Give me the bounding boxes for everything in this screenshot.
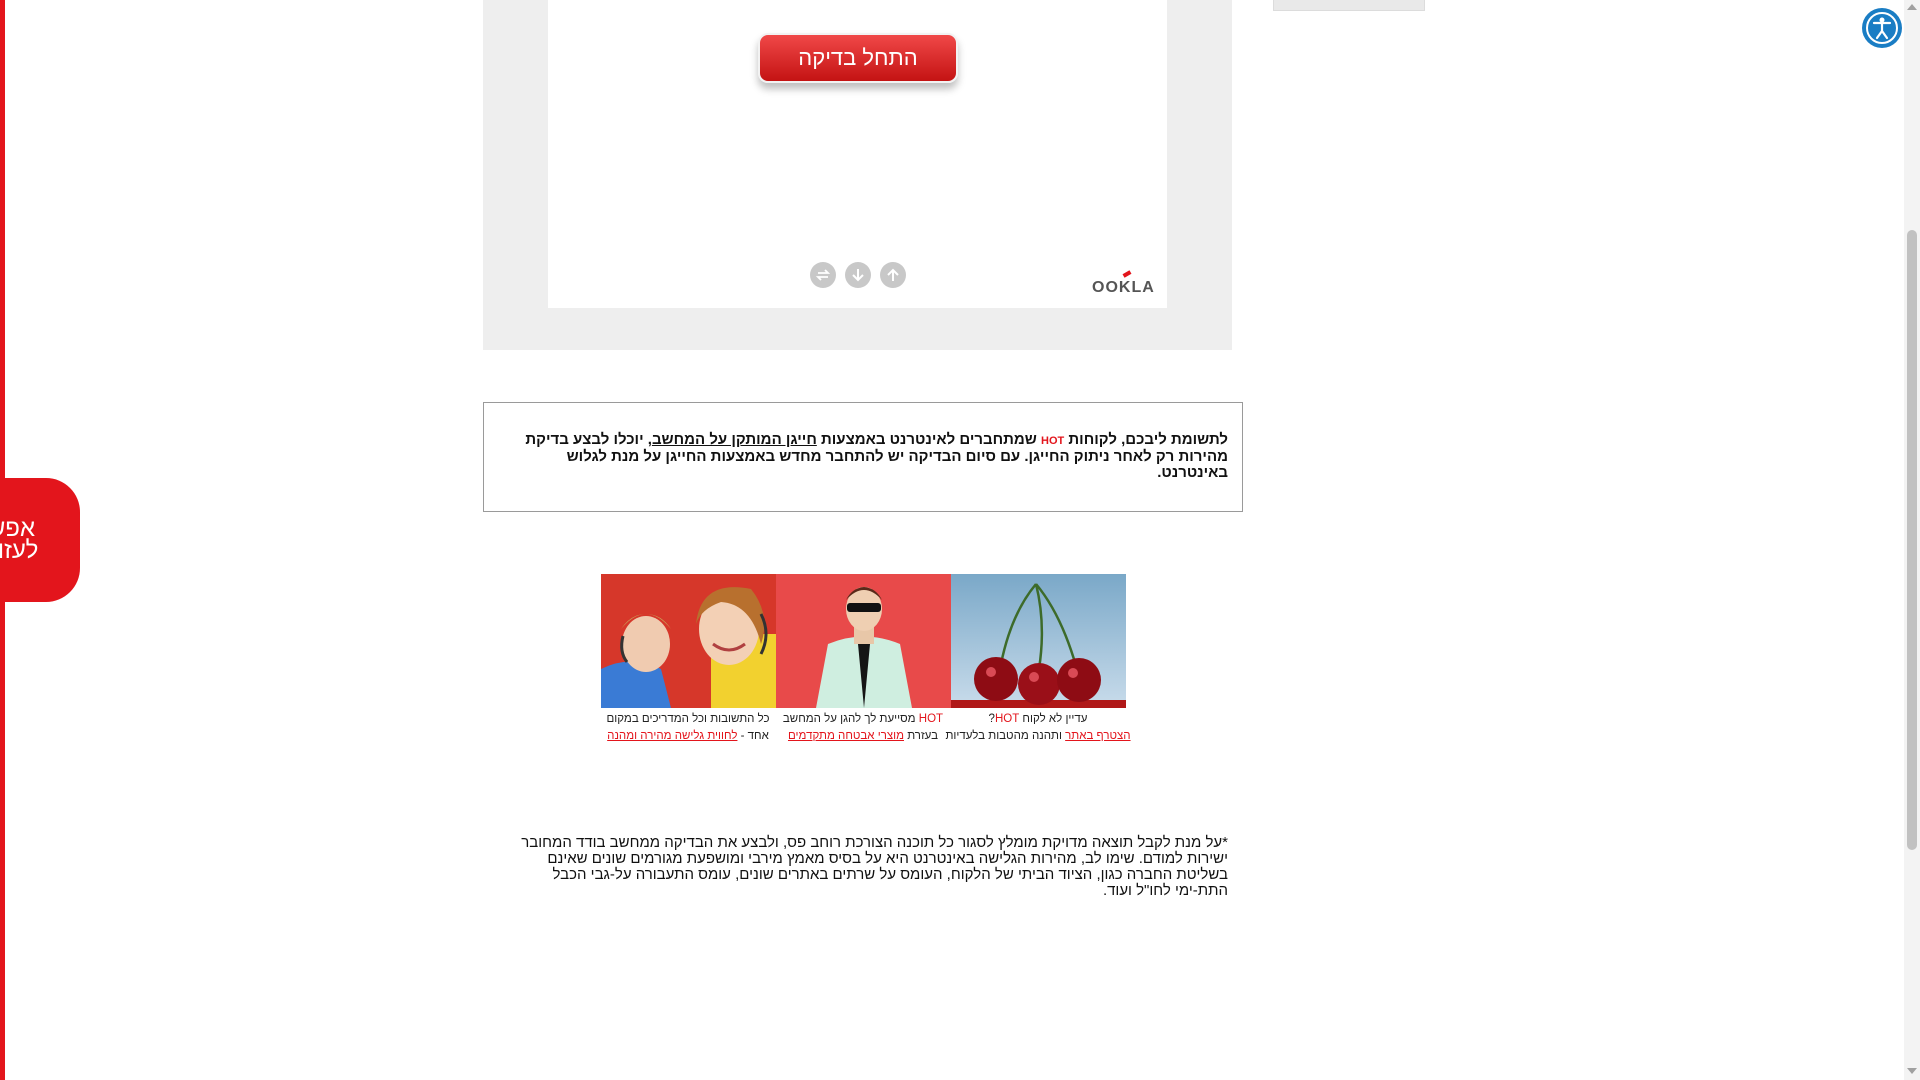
help-tab-button[interactable]: אפשרלעזור?	[0, 478, 80, 602]
help-tab-line2: לעזור?	[0, 537, 39, 564]
promo-image-cherries[interactable]	[951, 574, 1126, 708]
ookla-accent	[1122, 270, 1132, 278]
side-panel-box	[1273, 0, 1425, 11]
scroll-down-arrow-icon[interactable]	[1907, 1068, 1917, 1074]
speedtest-panel: התחל בדיקה OOKLA	[483, 0, 1232, 350]
scroll-up-arrow-icon[interactable]	[1907, 4, 1917, 10]
notice-text-2: שמתחברים לאינטרנט באמצעות	[816, 431, 1042, 448]
promo-3-line2-pre: אחד -	[737, 730, 769, 742]
ookla-logo: OOKLA	[1092, 279, 1155, 296]
promo-1-line2: ותהנה מהטבות בלעדיות	[945, 730, 1066, 742]
scrollbar-thumb[interactable]	[1907, 230, 1917, 850]
promo-1-pre: עדיין לא לקוח	[1019, 713, 1088, 725]
promo-2-post: מסייעת לך להגן על המחשב	[782, 713, 919, 725]
promo-3-line1: כל התשובות וכל המדריכים במקום	[606, 713, 770, 725]
promo-image-support[interactable]	[601, 574, 776, 708]
notice-hot: HOT	[1041, 435, 1065, 447]
start-test-button[interactable]: התחל בדיקה	[758, 33, 958, 83]
disclaimer-text: *על מנת לקבל תוצאה מדויקת מומלץ לסגור כל…	[521, 834, 1228, 899]
promo-1-hot: HOT	[994, 713, 1020, 725]
promo-2-line2-pre: בעזרת	[904, 730, 939, 742]
fast-browsing-link[interactable]: לחווית גלישה מהירה ומהנה	[607, 730, 737, 742]
promo-2-hot: HOT	[918, 713, 944, 725]
speedtest-widget: התחל בדיקה OOKLA	[548, 0, 1167, 308]
promo-caption-cherries: עדיין לא לקוח HOT? הצטרף באתר ותהנה מהטב…	[938, 711, 1138, 745]
download-icon[interactable]	[845, 262, 871, 288]
upload-icon[interactable]	[880, 262, 906, 288]
dialer-notice-box: לתשומת ליבכם, לקוחות HOT שמתחברים לאינטר…	[483, 402, 1243, 512]
security-products-link[interactable]: מוצרי אבטחה מתקדמים	[788, 730, 904, 742]
accessibility-icon[interactable]	[1862, 8, 1902, 48]
ping-icon[interactable]	[810, 262, 836, 288]
promo-caption-man: HOT מסייעת לך להגן על המחשב בעזרת מוצרי …	[763, 711, 963, 745]
join-site-link[interactable]: הצטרף באתר	[1065, 730, 1130, 742]
promo-image-man[interactable]	[776, 574, 951, 708]
dialer-link[interactable]: חייגן המותקן על המחשב	[652, 431, 817, 448]
promo-caption-support: כל התשובות וכל המדריכים במקום אחד - לחוו…	[588, 711, 788, 745]
notice-text-1: לתשומת ליבכם, לקוחות	[1064, 431, 1228, 448]
